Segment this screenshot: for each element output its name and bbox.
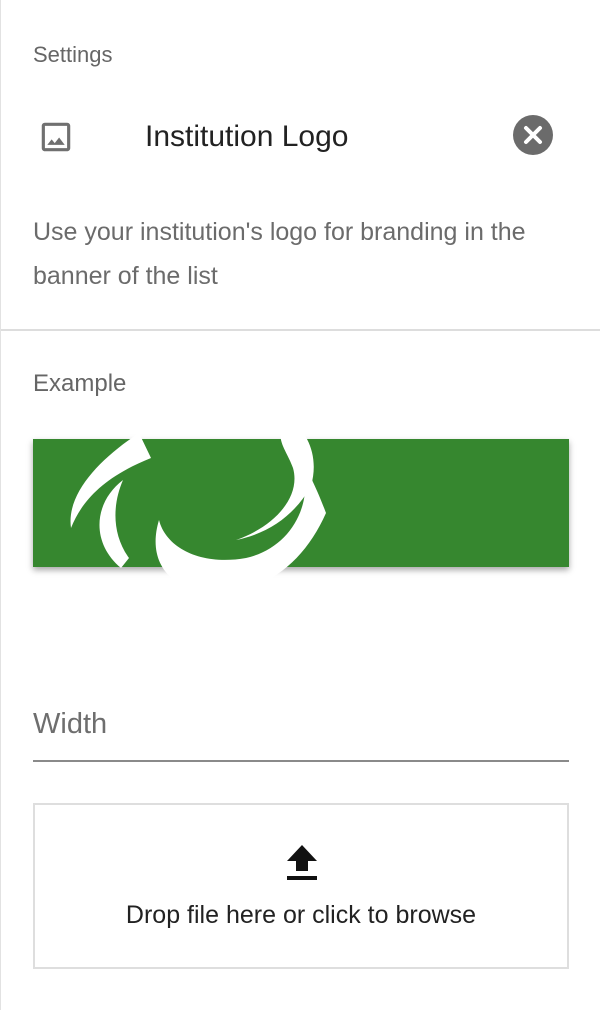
divider bbox=[1, 329, 600, 331]
width-field[interactable]: Width bbox=[33, 700, 569, 762]
image-icon bbox=[41, 122, 71, 152]
upload-icon bbox=[287, 845, 317, 880]
close-icon[interactable] bbox=[513, 115, 553, 155]
settings-label: Settings bbox=[33, 42, 113, 67]
settings-panel: Settings Institution Logo Use your insti… bbox=[0, 0, 600, 1010]
setting-description: Use your institution's logo for branding… bbox=[33, 218, 526, 290]
width-field-label: Width bbox=[33, 708, 108, 740]
dropzone-text: Drop file here or click to browse bbox=[125, 901, 477, 929]
setting-title: Institution Logo bbox=[145, 120, 349, 153]
institution-logo bbox=[70, 418, 326, 593]
setting-header: Institution Logo bbox=[33, 110, 569, 166]
example-label: Example bbox=[33, 370, 127, 397]
file-dropzone[interactable]: Drop file here or click to browse bbox=[33, 803, 569, 969]
